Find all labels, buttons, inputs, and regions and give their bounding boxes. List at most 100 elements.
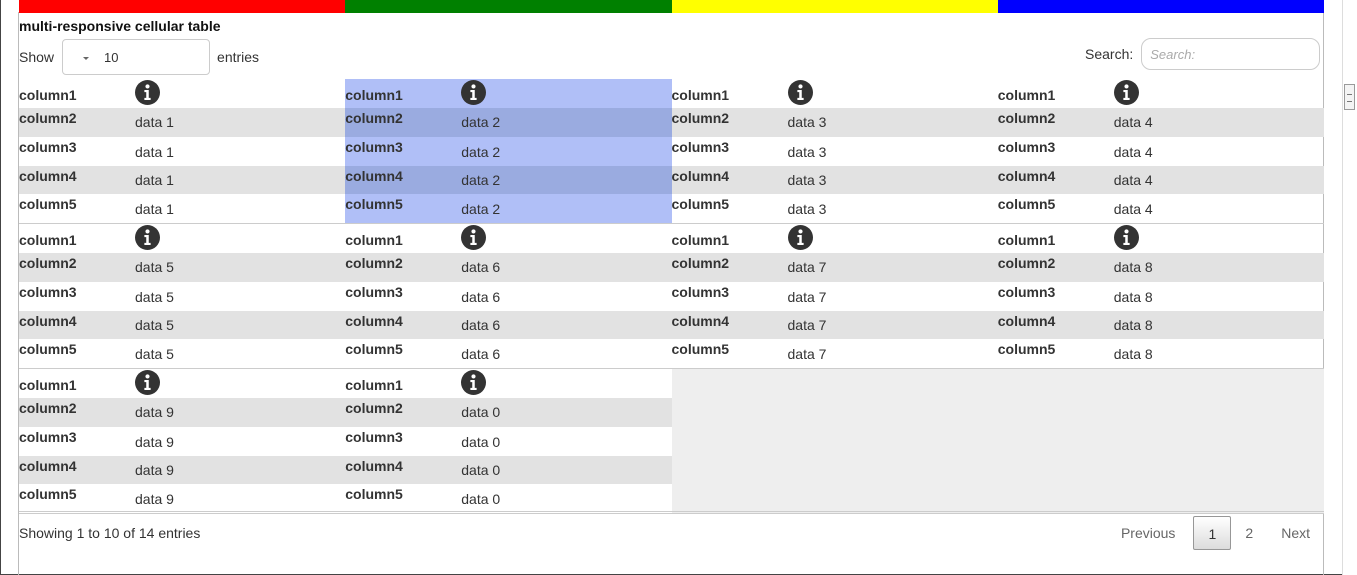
info-icon[interactable] [787,224,813,253]
page-button-2[interactable]: 2 [1231,516,1267,550]
record-field: column4 data 0 [345,455,672,485]
field-value: data 2 [461,143,501,160]
field-label: column4 [671,312,730,329]
entries-select[interactable]: 10 [62,39,211,75]
info-icon[interactable] [461,79,487,108]
record-field: column2 data 4 [997,108,1324,137]
field-value: data 5 [135,316,174,333]
field-label: column2 [19,110,77,126]
field-value: data 4 [1113,143,1153,160]
field-label: column1 [345,232,403,248]
record-field: column2 data 1 [19,108,346,137]
info-icon[interactable] [135,369,160,398]
record-field: column2 data 7 [671,253,998,282]
field-label: column1 [19,232,77,248]
record-card[interactable]: column1 column2 data 0 column3 data 0 column4… [345,369,672,513]
color-stripe-1 [19,0,346,13]
info-icon[interactable] [461,369,487,398]
record-field: column3 data 7 [672,282,998,311]
record-field: column3 data 2 [345,137,671,166]
color-stripe-2 [345,0,672,13]
field-label: column3 [671,138,730,155]
table-row: column1 column2 data 9 column3 data 9 column4… [19,369,1324,514]
scrollbar-thumb[interactable] [1344,84,1355,110]
field-label: column3 [19,283,77,300]
field-value: data 0 [461,404,501,420]
record-field: column4 data 9 [19,455,346,485]
field-value: data 8 [1113,288,1153,305]
search-control: Search: [1085,38,1321,70]
record-field: column3 data 6 [345,282,671,311]
field-label: column2 [19,255,77,271]
field-value: data 3 [787,114,827,130]
record-field: column5 data 0 [345,484,671,513]
field-value: data 7 [787,316,827,333]
field-label: column4 [345,312,403,329]
record-field: column3 data 1 [19,137,345,166]
record-card[interactable]: column1 column2 data 4 column3 data 4 column4… [997,79,1324,223]
record-card[interactable]: column1 column2 data 5 column3 data 5 column4… [19,224,346,368]
info-icon[interactable] [1113,79,1139,108]
search-label: Search: [1085,46,1134,62]
page-title: multi-responsive cellular table [19,18,221,34]
table-info: Showing 1 to 10 of 14 entries [19,525,201,541]
field-label: column1 [671,232,730,248]
field-value: data 9 [135,491,174,508]
search-input[interactable] [1141,38,1321,70]
record-field: column5 data 6 [345,339,671,368]
field-label: column1 [19,377,77,393]
record-field: column1 [19,369,345,398]
info-icon[interactable] [135,79,160,108]
field-value: data 2 [461,171,501,188]
field-label: column5 [19,341,77,358]
field-value: data 8 [1113,259,1153,275]
field-label: column5 [997,196,1056,213]
field-value: data 1 [135,201,174,218]
table-row: column1 column2 data 5 column3 data 5 column4… [19,224,1324,369]
field-value: data 6 [461,316,501,333]
info-icon[interactable] [787,79,813,108]
record-card[interactable]: column1 column2 data 7 column3 data 7 column4… [671,224,998,368]
record-card[interactable]: column1 column2 data 3 column3 data 3 column4… [671,79,998,223]
field-label: column2 [671,110,730,126]
field-value: data 9 [135,433,174,450]
next-button[interactable]: Next [1267,516,1324,550]
field-value: data 2 [461,201,501,218]
record-field: column4 data 8 [997,310,1324,340]
record-field: column4 data 7 [671,310,998,340]
field-value: data 3 [787,143,827,160]
info-icon[interactable] [461,224,487,253]
record-field: column1 [672,224,998,253]
record-card[interactable]: column1 column2 data 8 column3 data 8 column4… [997,224,1324,368]
info-icon[interactable] [135,224,160,253]
record-card[interactable]: column1 column2 data 2 column3 data 2 column4… [345,79,672,223]
field-value: data 4 [1113,201,1153,218]
record-field: column3 data 9 [19,427,345,456]
record-field: column5 data 9 [19,484,345,513]
record-card[interactable]: column1 column2 data 9 column3 data 9 column4… [19,369,346,513]
info-icon[interactable] [1113,224,1139,253]
page-button-1[interactable]: 1 [1193,516,1232,550]
field-label: column1 [997,87,1056,103]
field-label: column3 [671,283,730,300]
empty-cell [671,369,998,513]
field-value: data 6 [461,288,501,305]
record-field: column3 data 4 [998,137,1324,166]
previous-button[interactable]: Previous [1107,516,1193,550]
field-label: column3 [345,283,403,300]
field-value: data 5 [135,346,174,363]
field-value: data 6 [461,259,501,275]
record-card[interactable]: column1 column2 data 1 column3 data 1 column4… [19,79,346,223]
field-value: data 3 [787,171,827,188]
record-field: column5 data 1 [19,194,345,223]
pagination: Previous 1 2 Next [1107,516,1324,550]
field-value: data 8 [1113,316,1153,333]
field-label: column4 [345,457,403,474]
record-field: column5 data 4 [998,194,1324,223]
record-field: column2 data 5 [19,253,346,282]
color-stripe-3 [671,0,998,13]
field-label: column4 [997,167,1056,184]
record-card[interactable]: column1 column2 data 6 column3 data 6 column4… [345,224,672,368]
field-label: column2 [671,255,730,271]
record-field: column5 data 5 [19,339,345,368]
